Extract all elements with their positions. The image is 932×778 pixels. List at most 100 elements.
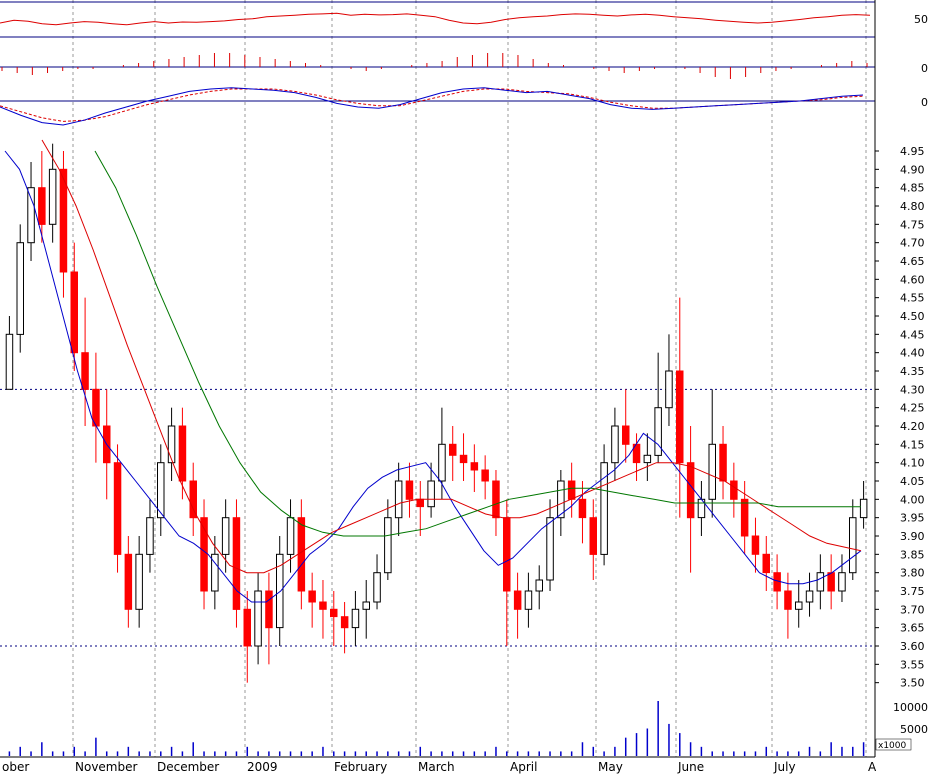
candle-down (719, 443, 727, 482)
price-tick-label: 4.90 (900, 163, 925, 176)
candle-up (816, 572, 825, 592)
price-tick-label: 3.80 (900, 567, 925, 580)
candle-up (849, 517, 857, 574)
candle-down (589, 517, 597, 555)
price-tick-label: 3.95 (900, 512, 925, 525)
price-tick-label: 4.20 (900, 420, 925, 433)
price-tick-label: 4.55 (900, 292, 925, 305)
candle-down (459, 454, 468, 464)
candle-down (578, 498, 587, 519)
candle-down (81, 352, 89, 390)
candle-up (27, 187, 35, 244)
stock-chart-svg: 3.50 3.55 3.60 3.65 3.70 3.75 3.80 3.85 3.90 3.95… (0, 0, 928, 774)
price-tick-label: 3.55 (900, 658, 925, 671)
candle-up (5, 333, 14, 390)
month-label: July (773, 760, 796, 774)
price-tick-label: 4.00 (900, 493, 925, 506)
candle-down (686, 462, 695, 519)
candle-down (751, 535, 760, 555)
month-label: May (598, 760, 623, 774)
candle-up (373, 572, 381, 603)
candle-up (438, 443, 446, 482)
candle-up (394, 480, 403, 519)
price-tick-label: 4.10 (900, 457, 925, 470)
month-label: April (510, 760, 537, 774)
candle-up (859, 498, 868, 519)
candle-down (308, 590, 316, 603)
price-tick-label: 4.70 (900, 237, 925, 250)
price-tick-label: 4.50 (900, 310, 925, 323)
month-label: ober (2, 760, 29, 774)
candle-down (340, 616, 349, 629)
candle-up (838, 572, 846, 592)
price-tick-label: 4.60 (900, 273, 925, 286)
candle-down (503, 517, 511, 592)
rsi-tick-label: 50 (914, 13, 928, 26)
price-tick-label: 3.65 (900, 622, 925, 635)
candle-up (351, 608, 360, 629)
candle-down (70, 271, 78, 354)
month-label: December (157, 760, 219, 774)
candle-up (135, 553, 143, 610)
candle-down (740, 498, 749, 537)
histogram-tick-label: 0 (921, 62, 928, 75)
candle-down (297, 517, 306, 592)
candle-down (513, 590, 522, 610)
grid-layer (0, 0, 875, 757)
candle-up (427, 480, 435, 508)
price-tick-label: 3.50 (900, 677, 925, 690)
stock-chart: 3.50 3.55 3.60 3.65 3.70 3.75 3.80 3.85 3.90 3.95… (0, 0, 932, 774)
price-panel (4, 139, 868, 683)
candle-down (567, 480, 576, 500)
candle-down (449, 443, 457, 456)
ma-mid-line (41, 139, 862, 574)
candle-down (178, 425, 187, 482)
candle-down (405, 480, 414, 500)
candle-down (470, 462, 479, 471)
candle-down (762, 553, 770, 574)
volume-unit-label: x1000 (878, 741, 907, 751)
candle-up (16, 242, 24, 335)
ma-long-line (94, 150, 861, 537)
candle-up (221, 517, 230, 555)
price-tick-label: 3.70 (900, 603, 925, 616)
month-label: June (677, 760, 704, 774)
price-tick-label: 4.30 (900, 383, 925, 396)
candle-down (243, 608, 251, 647)
price-tick-label: 4.85 (900, 182, 925, 195)
price-tick-label: 4.05 (900, 475, 925, 488)
candle-up (254, 590, 262, 647)
price-tick-label: 4.65 (900, 255, 925, 268)
macd-tick-label: 0 (921, 96, 928, 109)
ma-short-line (4, 150, 862, 603)
month-label: March (418, 760, 455, 774)
candle-down (265, 590, 273, 629)
candle-up (805, 590, 814, 603)
price-tick-label: 4.40 (900, 347, 925, 360)
candle-down (416, 498, 424, 508)
axes-layer: 3.50 3.55 3.60 3.65 3.70 3.75 3.80 3.85 3.90 3.95… (0, 0, 928, 774)
rsi-line (0, 12, 871, 26)
candle-up (535, 579, 543, 592)
candle-up (167, 425, 176, 464)
volume-tick-label: 5000 (900, 723, 928, 736)
month-label: 2009 (247, 760, 278, 774)
candle-up (146, 517, 154, 555)
candle-down (492, 480, 500, 519)
candle-down (481, 469, 489, 482)
candle-down (330, 608, 338, 618)
price-tick-label: 4.35 (900, 365, 925, 378)
candle-down (730, 480, 738, 500)
price-tick-label: 4.45 (900, 328, 925, 341)
price-tick-label: 3.75 (900, 585, 925, 598)
candle-up (48, 168, 57, 225)
month-label: A (868, 760, 877, 774)
price-tick-label: 4.95 (900, 145, 925, 158)
candle-down (319, 601, 327, 610)
candle-down (622, 425, 630, 445)
candle-up (611, 425, 619, 464)
candle-down (189, 480, 197, 519)
price-tick-label: 3.85 (900, 548, 925, 561)
price-tick-label: 3.90 (900, 530, 925, 543)
candle-down (827, 572, 835, 592)
